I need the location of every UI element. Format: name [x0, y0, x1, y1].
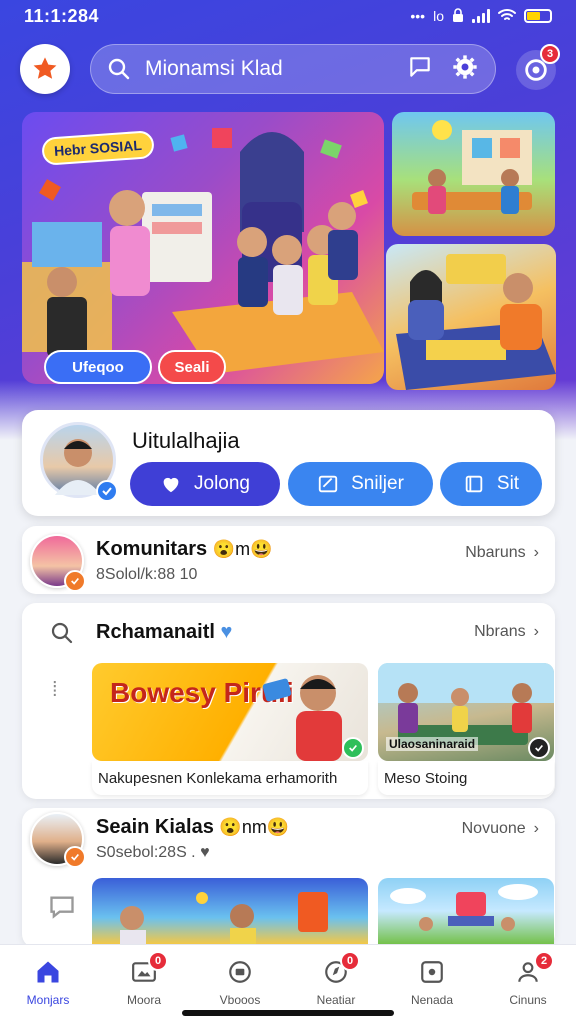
list-icon: ⁞: [52, 679, 58, 701]
classroom-illustration: [120, 892, 328, 944]
pinned-item-2-caption: Meso Stoing: [378, 761, 554, 795]
hero-chip-primary-label: Ufeqoo: [72, 358, 124, 376]
nav-badge-explore: 0: [340, 951, 360, 971]
community-subtitle: 8Solol/k:88 10: [96, 566, 198, 583]
verified-heart-icon: ♥: [220, 621, 233, 643]
class-card[interactable]: Seain Kialas 😮nm😃 S0sebol:28S . ♥ Novuon…: [22, 808, 555, 948]
boardgame-illustration: [396, 254, 556, 390]
community-emoji: 😮m😃: [212, 539, 273, 559]
hero-chip-primary[interactable]: Ufeqoo: [44, 350, 152, 384]
search-icon[interactable]: [50, 621, 74, 650]
chat-icon[interactable]: [407, 54, 433, 85]
nav-item-media[interactable]: 0 Moora: [96, 945, 192, 1024]
chevron-right-icon: ›: [533, 820, 539, 837]
nav-label-videos: Vbooos: [219, 993, 261, 1007]
status-bar: 11:1:284 ••• lo: [0, 0, 576, 32]
home-indicator: [182, 1010, 394, 1016]
top-bar: Mionamsi Klad 3: [20, 42, 560, 98]
notification-button[interactable]: 3: [516, 44, 560, 90]
class-title-text: Seain Kialas: [96, 816, 214, 838]
pinned-item-1-thumbnail[interactable]: Bowesy Piruli: [92, 663, 368, 761]
app-logo-button[interactable]: [20, 44, 70, 94]
search-bar[interactable]: Mionamsi Klad: [90, 44, 496, 94]
play-icon: [417, 957, 447, 987]
community-card[interactable]: Komunitars 😮m😃 8Solol/k:88 10 Nbaruns ›: [22, 526, 555, 594]
status-time: 11:1:284: [24, 5, 100, 26]
pinned-card: Rchamanaitl ♥ Nbrans › ⁞ Bowesy Piruli N…: [22, 603, 555, 799]
pinned-title: Rchamanaitl ♥: [96, 621, 232, 644]
chevron-right-icon: ›: [533, 623, 539, 640]
class-item-2-thumbnail[interactable]: [378, 878, 554, 944]
pinned-more-label: Nbrans: [474, 623, 526, 640]
class-more-link[interactable]: Novuone ›: [462, 820, 539, 838]
class-subtitle: S0sebol:28S . ♥: [96, 844, 210, 861]
profile-action-button-1[interactable]: Jolong: [130, 462, 280, 506]
book-icon: [465, 475, 483, 493]
verified-icon: [96, 480, 118, 502]
battery-icon: [524, 9, 552, 23]
nav-label-media: Moora: [126, 993, 161, 1007]
pinned-more-link[interactable]: Nbrans ›: [474, 623, 539, 641]
profile-action-button-3[interactable]: Sit: [440, 462, 542, 506]
pinned-title-text: Rchamanaitl: [96, 621, 215, 643]
pinned-item-2-overlay: Ulaosaninaraid: [386, 737, 479, 751]
hero-thumbnail-bottom[interactable]: [386, 244, 556, 390]
nav-badge-profile: 2: [534, 951, 554, 971]
profile-action-label-3: Sit: [496, 473, 520, 494]
wifi-icon: [498, 8, 516, 25]
hero-thumbnail-top[interactable]: [392, 112, 555, 236]
nav-label-profile: Cinuns: [509, 993, 547, 1007]
class-badge-icon: [64, 846, 86, 868]
profile-action-button-2[interactable]: Sniljer: [288, 462, 433, 506]
nav-badge-media: 0: [148, 951, 168, 971]
heart-icon: [163, 477, 179, 493]
nav-item-play[interactable]: Nenada: [384, 945, 480, 1024]
class-title: Seain Kialas 😮nm😃: [96, 816, 289, 839]
search-input[interactable]: Mionamsi Klad: [145, 57, 407, 81]
class-item-1-thumbnail[interactable]: [92, 878, 368, 944]
community-more-link[interactable]: Nbaruns ›: [465, 544, 539, 562]
status-icons: ••• lo: [410, 7, 552, 25]
gear-icon[interactable]: [451, 53, 479, 86]
star-logo-icon: [33, 57, 57, 79]
network-label: lo: [433, 8, 444, 24]
search-icon: [108, 58, 130, 80]
playground-illustration: [390, 884, 538, 931]
chat-bubble-icon[interactable]: [48, 894, 76, 925]
dots-icon: •••: [410, 8, 426, 24]
edit-icon: [318, 475, 338, 493]
video-icon: [225, 957, 255, 987]
boy-illustration: [262, 675, 342, 761]
nav-label-explore: Neatiar: [316, 993, 356, 1007]
signal-icon: [472, 9, 490, 23]
class-emoji: 😮nm😃: [219, 817, 290, 837]
home-icon: [33, 957, 63, 987]
check-icon: [528, 737, 550, 759]
notification-badge: 3: [540, 44, 560, 64]
community-more-label: Nbaruns: [465, 544, 526, 561]
nav-label-play: Nenada: [410, 993, 454, 1007]
classroom-illustration: [412, 120, 532, 214]
pinned-item-2-thumbnail[interactable]: Ulaosaninaraid: [378, 663, 554, 761]
nav-item-profile[interactable]: 2 Cinuns: [480, 945, 576, 1024]
lock-icon: [452, 7, 464, 25]
community-title-text: Komunitars: [96, 538, 208, 560]
community-title: Komunitars 😮m😃: [96, 538, 273, 561]
hero-banner-main[interactable]: Hebr SOSIAL: [22, 112, 384, 384]
profile-card: Uitulalhajia Jolong Sniljer Sit: [22, 410, 555, 516]
pinned-item-1-caption: Nakupesnen Konlekama erhamorith: [92, 761, 368, 795]
class-more-label: Novuone: [461, 820, 526, 837]
hero-chip-secondary-label: Seali: [174, 358, 210, 376]
nav-label-home: Monjars: [26, 993, 70, 1007]
check-icon: [342, 737, 364, 759]
profile-action-label-2: Sniljer: [351, 473, 404, 494]
nav-item-home[interactable]: Monjars: [0, 945, 96, 1024]
hero-chip-secondary[interactable]: Seali: [158, 350, 226, 384]
community-badge-icon: [64, 570, 86, 592]
profile-action-label-1: Jolong: [194, 473, 250, 494]
profile-name: Uitulalhajia: [132, 428, 240, 453]
chevron-right-icon: ›: [533, 544, 539, 561]
